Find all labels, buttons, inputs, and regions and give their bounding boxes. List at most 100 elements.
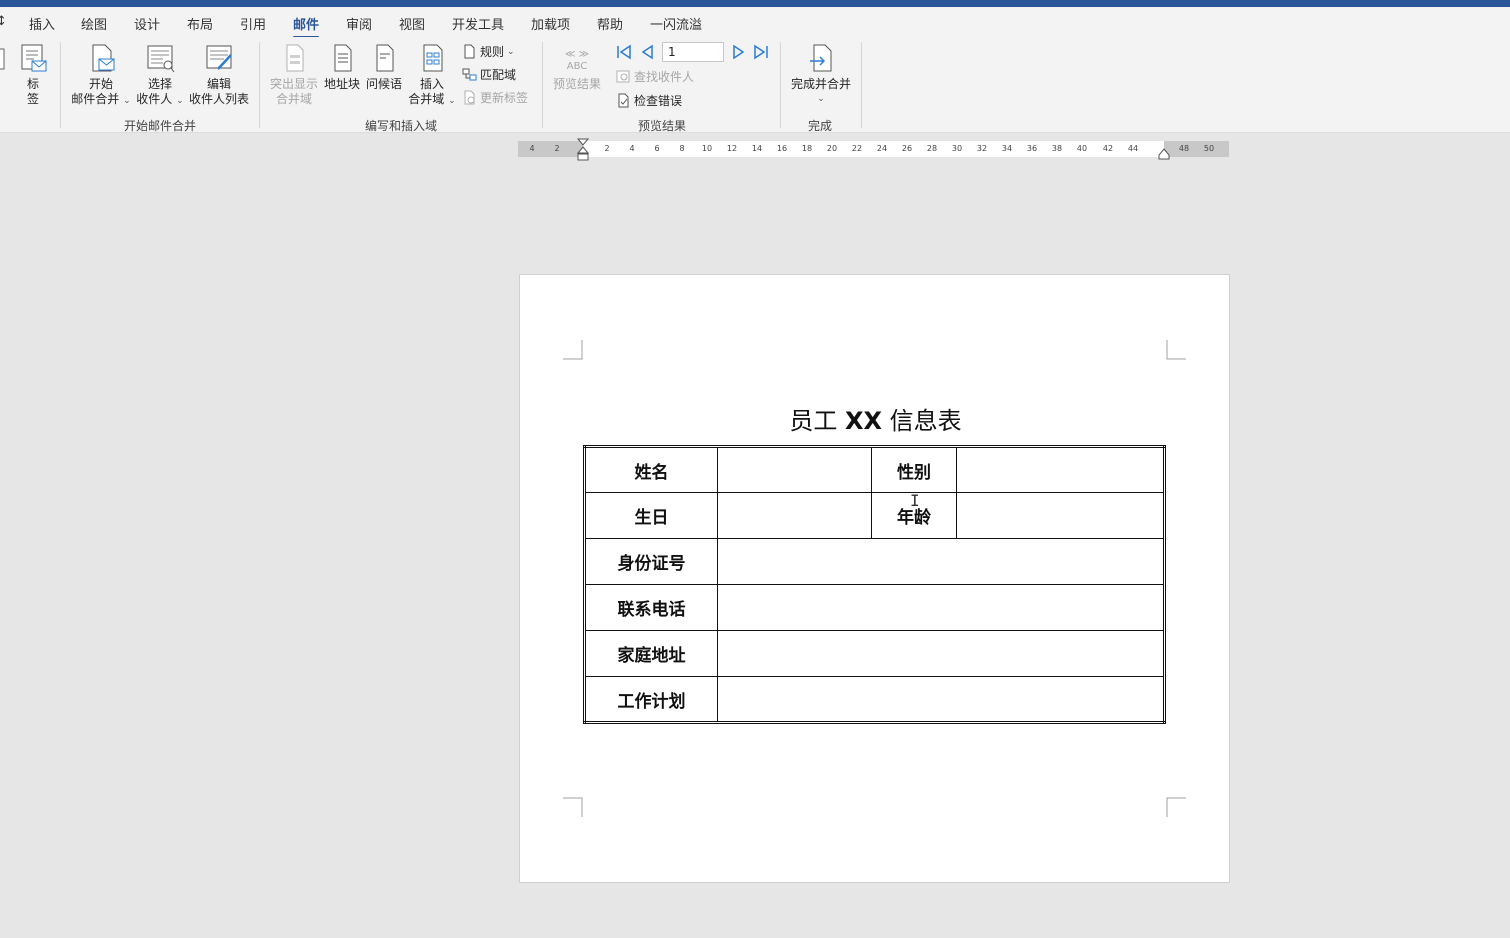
tab-developer[interactable]: 开发工具 xyxy=(452,14,504,33)
highlight-fields-icon xyxy=(286,44,304,72)
preview-results-label: 预览结果 xyxy=(552,77,601,91)
ribbon: 标 签 开始 邮件合并 ⌄ 选择 收件人 ⌄ 编辑 收件人列表 开始邮件合并 突… xyxy=(0,37,1510,133)
record-number-input[interactable]: 1 xyxy=(662,42,724,62)
horizontal-ruler[interactable]: 4 2 2 4 6 8 10 12 14 16 18 20 22 24 26 2… xyxy=(518,138,1229,161)
cell-value-address[interactable] xyxy=(717,630,1165,677)
preview-abc-label: ABC xyxy=(566,61,588,72)
chevron-down-icon: ⌄ xyxy=(817,94,825,104)
rules-button[interactable]: 规则 ⌄ xyxy=(462,43,515,60)
check-errors-button[interactable]: 检查错误 xyxy=(616,92,682,109)
ruler-number: 4 xyxy=(529,144,535,153)
tab-layout[interactable]: 布局 xyxy=(187,14,213,33)
tab-design[interactable]: 设计 xyxy=(134,14,160,33)
ruler-number: 4 xyxy=(629,144,635,153)
tab-partial[interactable]: ↕ xyxy=(0,14,7,29)
indent-marker-icon[interactable] xyxy=(577,138,589,164)
ruler-number: 20 xyxy=(826,144,838,153)
chevron-down-icon: ⌄ xyxy=(448,96,456,106)
highlight-merge-fields-button[interactable]: 突出显示 合并域 xyxy=(266,43,322,107)
tab-addins[interactable]: 加载项 xyxy=(531,14,570,33)
find-recipient-button[interactable]: 查找收件人 xyxy=(616,68,694,85)
ruler-number: 14 xyxy=(751,144,763,153)
chevron-down-icon: ⌄ xyxy=(123,96,131,106)
match-fields-icon xyxy=(462,68,477,81)
greeting-line-label: 问候语 xyxy=(365,77,402,91)
ruler-number: 30 xyxy=(951,144,963,153)
highlight-merge-fields-label-1: 突出显示 xyxy=(269,77,318,91)
ruler-number: 32 xyxy=(976,144,988,153)
ruler-number: 18 xyxy=(801,144,813,153)
cell-value-gender[interactable] xyxy=(956,446,1165,493)
preview-arrows-icon: ≪ ≫ xyxy=(564,49,590,60)
chevron-down-icon: ⌄ xyxy=(507,46,515,57)
match-fields-button[interactable]: 匹配域 xyxy=(462,66,516,83)
table-row: 工作计划 xyxy=(584,676,1165,723)
first-record-icon[interactable] xyxy=(615,44,633,60)
tab-insert[interactable]: 插入 xyxy=(29,14,55,33)
find-recipient-icon xyxy=(616,70,630,83)
previous-record-icon[interactable] xyxy=(640,44,656,60)
select-recipients-label-2: 收件人 xyxy=(136,92,173,106)
cell-label-phone: 联系电话 xyxy=(584,584,718,631)
insert-merge-field-button[interactable]: 插入 合并域 ⌄ xyxy=(405,43,459,109)
insert-merge-field-label-1: 插入 xyxy=(419,77,444,91)
group-separator xyxy=(259,42,260,128)
finish-merge-button[interactable]: 完成并合并 ⌄ xyxy=(788,43,854,107)
select-recipients-button[interactable]: 选择 收件人 ⌄ xyxy=(134,43,186,109)
cell-value-birthday[interactable] xyxy=(717,492,872,539)
start-mail-merge-button[interactable]: 开始 邮件合并 ⌄ xyxy=(70,43,132,109)
ruler-number: 26 xyxy=(901,144,913,153)
tab-view[interactable]: 视图 xyxy=(399,14,425,33)
group-finish: 完成 xyxy=(807,119,833,133)
ruler-left-margin xyxy=(518,141,583,157)
cell-value-work-plan[interactable] xyxy=(717,676,1165,723)
employee-info-table: 姓名 性别 生日 年龄 身份证号 联系电话 家庭地址 工作计划 xyxy=(583,445,1166,724)
text-cursor-icon: I xyxy=(910,491,920,510)
tab-references[interactable]: 引用 xyxy=(240,14,266,33)
margin-corner-top-left xyxy=(563,340,583,360)
tab-review[interactable]: 审阅 xyxy=(346,14,372,33)
ruler-number: 2 xyxy=(604,144,610,153)
table-row: 生日 年龄 xyxy=(584,492,1165,539)
tab-mailings[interactable]: 邮件 xyxy=(293,14,320,39)
document-page[interactable]: 员工 XX 信息表 姓名 性别 生日 年龄 身份证号 联系电话 家庭地址 工作计… xyxy=(519,274,1230,883)
margin-corner-bottom-left xyxy=(563,797,583,817)
address-block-button[interactable]: 地址块 xyxy=(322,43,362,92)
ruler-number: 38 xyxy=(1051,144,1063,153)
greeting-line-button[interactable]: 问候语 xyxy=(364,43,404,92)
rules-label: 规则 xyxy=(480,45,505,59)
start-mail-merge-icon xyxy=(92,44,115,72)
group-separator xyxy=(780,42,781,128)
ruler-number: 48 xyxy=(1178,144,1190,153)
ruler-number: 22 xyxy=(851,144,863,153)
cell-value-phone[interactable] xyxy=(717,584,1165,631)
tab-help[interactable]: 帮助 xyxy=(597,14,623,33)
ruler-number: 2 xyxy=(554,144,560,153)
title-part-a: 员工 xyxy=(789,407,845,435)
title-part-c: 信息表 xyxy=(882,407,962,435)
preview-results-button[interactable]: ≪ ≫ ABC 预览结果 xyxy=(550,43,604,92)
next-record-icon[interactable] xyxy=(730,44,746,60)
labels-button[interactable]: 标 签 xyxy=(16,43,50,107)
ruler-number: 50 xyxy=(1203,144,1215,153)
tab-draw[interactable]: 绘图 xyxy=(81,14,107,33)
edit-recipient-list-button[interactable]: 编辑 收件人列表 xyxy=(188,43,250,107)
ruler-number: 24 xyxy=(876,144,888,153)
right-indent-marker-icon[interactable] xyxy=(1158,148,1170,160)
group-separator xyxy=(861,42,862,128)
labels-icon xyxy=(21,44,47,72)
last-record-icon[interactable] xyxy=(752,44,770,60)
ruler-number: 40 xyxy=(1076,144,1088,153)
group-separator xyxy=(60,42,61,128)
finish-merge-icon xyxy=(810,44,832,72)
margin-corner-top-right xyxy=(1166,340,1186,360)
ruler-number: 44 xyxy=(1127,144,1139,153)
tab-yishan[interactable]: 一闪流溢 xyxy=(650,14,702,33)
cell-value-id-number[interactable] xyxy=(717,538,1165,585)
update-labels-button[interactable]: 更新标签 xyxy=(462,89,528,106)
cell-value-name[interactable] xyxy=(717,446,872,493)
ruler-number: 36 xyxy=(1026,144,1038,153)
address-block-icon xyxy=(334,44,352,72)
check-errors-icon xyxy=(618,93,629,108)
cell-value-age[interactable] xyxy=(956,492,1165,539)
